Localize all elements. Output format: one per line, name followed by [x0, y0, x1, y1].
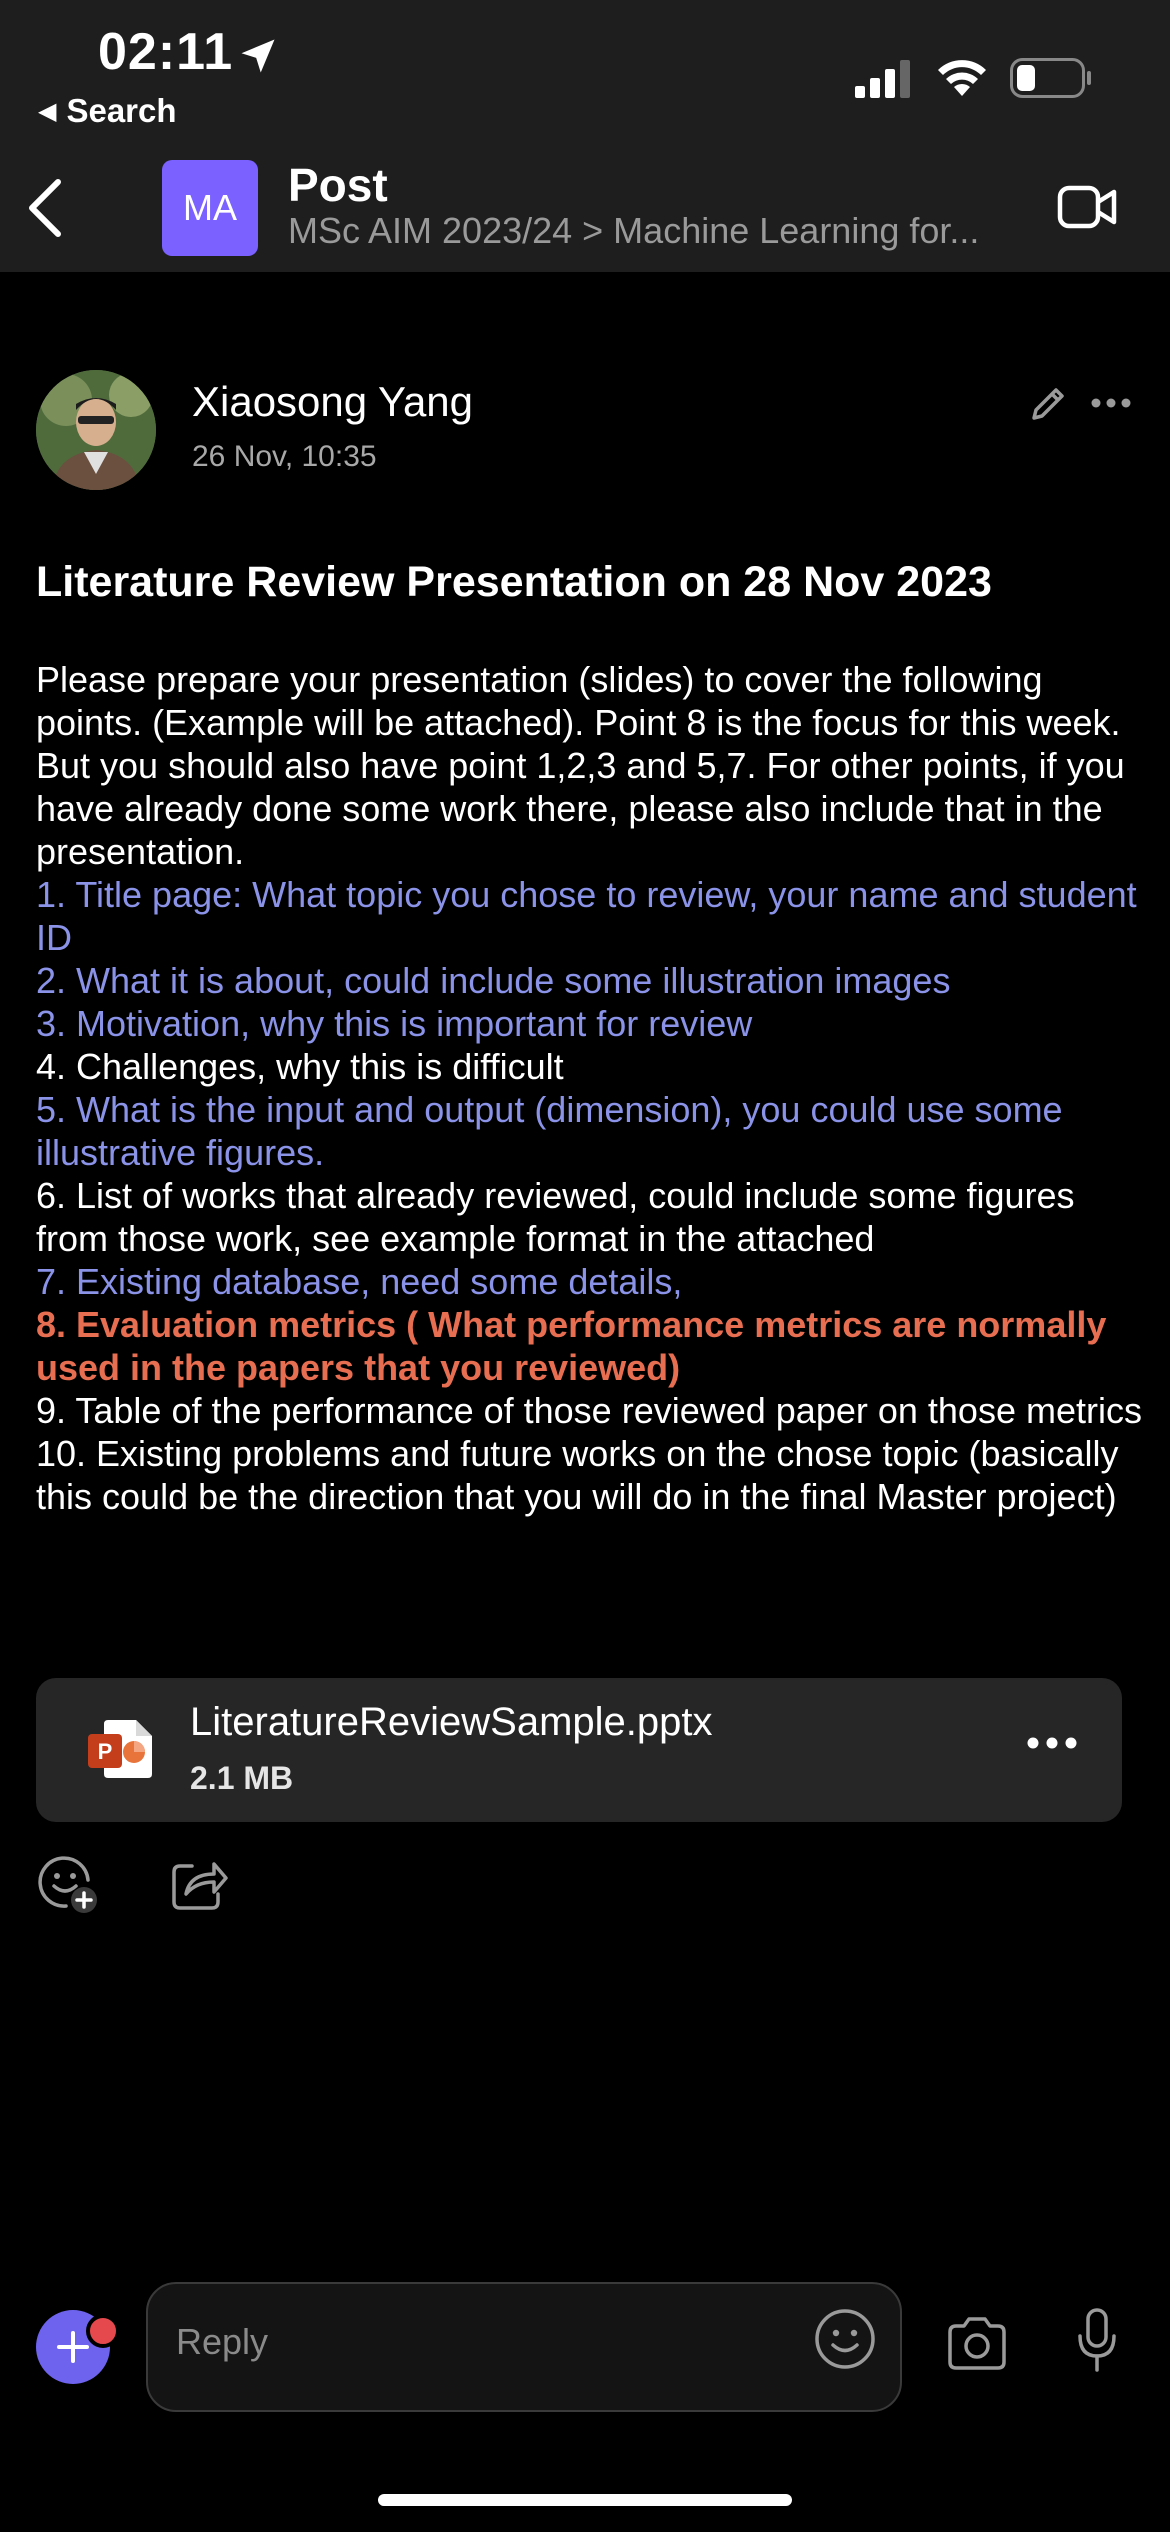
reply-box[interactable]: [146, 2282, 902, 2412]
post-body: Please prepare your presentation (slides…: [36, 658, 1146, 1518]
notification-dot: [86, 2314, 120, 2348]
back-triangle-icon: ◀: [38, 97, 57, 125]
post-intro: Please prepare your presentation (slides…: [36, 659, 1125, 872]
list-item: 1. Title page: What topic you chose to r…: [36, 874, 1137, 958]
attachment-file-name: LiteratureReviewSample.pptx: [190, 1700, 713, 1744]
list-item: 6. List of works that already reviewed, …: [36, 1175, 1075, 1259]
list-item: 3. Motivation, why this is important for…: [36, 1003, 753, 1044]
svg-text:P: P: [98, 1739, 113, 1764]
breadcrumb[interactable]: MSc AIM 2023/24 > Machine Learning for..…: [288, 210, 1028, 252]
team-avatar[interactable]: MA: [162, 160, 258, 256]
share-button[interactable]: [168, 1852, 230, 1919]
page-title: Post: [288, 159, 388, 211]
home-indicator[interactable]: [378, 2494, 792, 2506]
powerpoint-file-icon: P: [86, 1716, 156, 1787]
emoji-icon[interactable]: [812, 2306, 878, 2377]
list-item: 10. Existing problems and future works o…: [36, 1433, 1119, 1517]
list-item: 2. What it is about, could include some …: [36, 960, 951, 1001]
wifi-icon: [936, 56, 988, 103]
attachment-card[interactable]: P LiteratureReviewSample.pptx 2.1 MB: [36, 1678, 1122, 1822]
microphone-button[interactable]: [1072, 2306, 1122, 2381]
list-item: 9. Table of the performance of those rev…: [36, 1390, 1142, 1431]
post-more-options-icon[interactable]: [1090, 396, 1132, 415]
reply-input[interactable]: [174, 2320, 738, 2364]
status-time: 02:11: [98, 23, 234, 81]
list-item-focus: 8. Evaluation metrics ( What performance…: [36, 1304, 1107, 1388]
battery-icon: [1010, 58, 1092, 103]
top-bar: 02:11 ◀ Search MA Post MSc AIM 2023/24 >…: [0, 0, 1170, 272]
add-reaction-button[interactable]: [36, 1852, 102, 1923]
back-button[interactable]: [22, 176, 70, 245]
back-app-label: Search: [66, 92, 177, 129]
location-arrow-icon: [236, 34, 280, 83]
back-to-search-link[interactable]: ◀ Search: [38, 92, 177, 130]
author-avatar[interactable]: [36, 370, 156, 490]
post-timestamp: 26 Nov, 10:35: [192, 440, 377, 473]
cellular-signal-icon: [855, 58, 915, 103]
attachment-file-size: 2.1 MB: [190, 1760, 294, 1796]
video-call-button[interactable]: [1056, 178, 1120, 241]
edit-post-button[interactable]: [1026, 382, 1070, 431]
list-item: 4. Challenges, why this is difficult: [36, 1046, 564, 1087]
author-name[interactable]: Xiaosong Yang: [192, 378, 473, 426]
post-heading: Literature Review Presentation on 28 Nov…: [36, 558, 992, 606]
list-item: 7. Existing database, need some details,: [36, 1261, 683, 1302]
list-item: 5. What is the input and output (dimensi…: [36, 1089, 1063, 1173]
attachment-more-icon[interactable]: [1026, 1736, 1078, 1755]
camera-button[interactable]: [944, 2314, 1010, 2377]
